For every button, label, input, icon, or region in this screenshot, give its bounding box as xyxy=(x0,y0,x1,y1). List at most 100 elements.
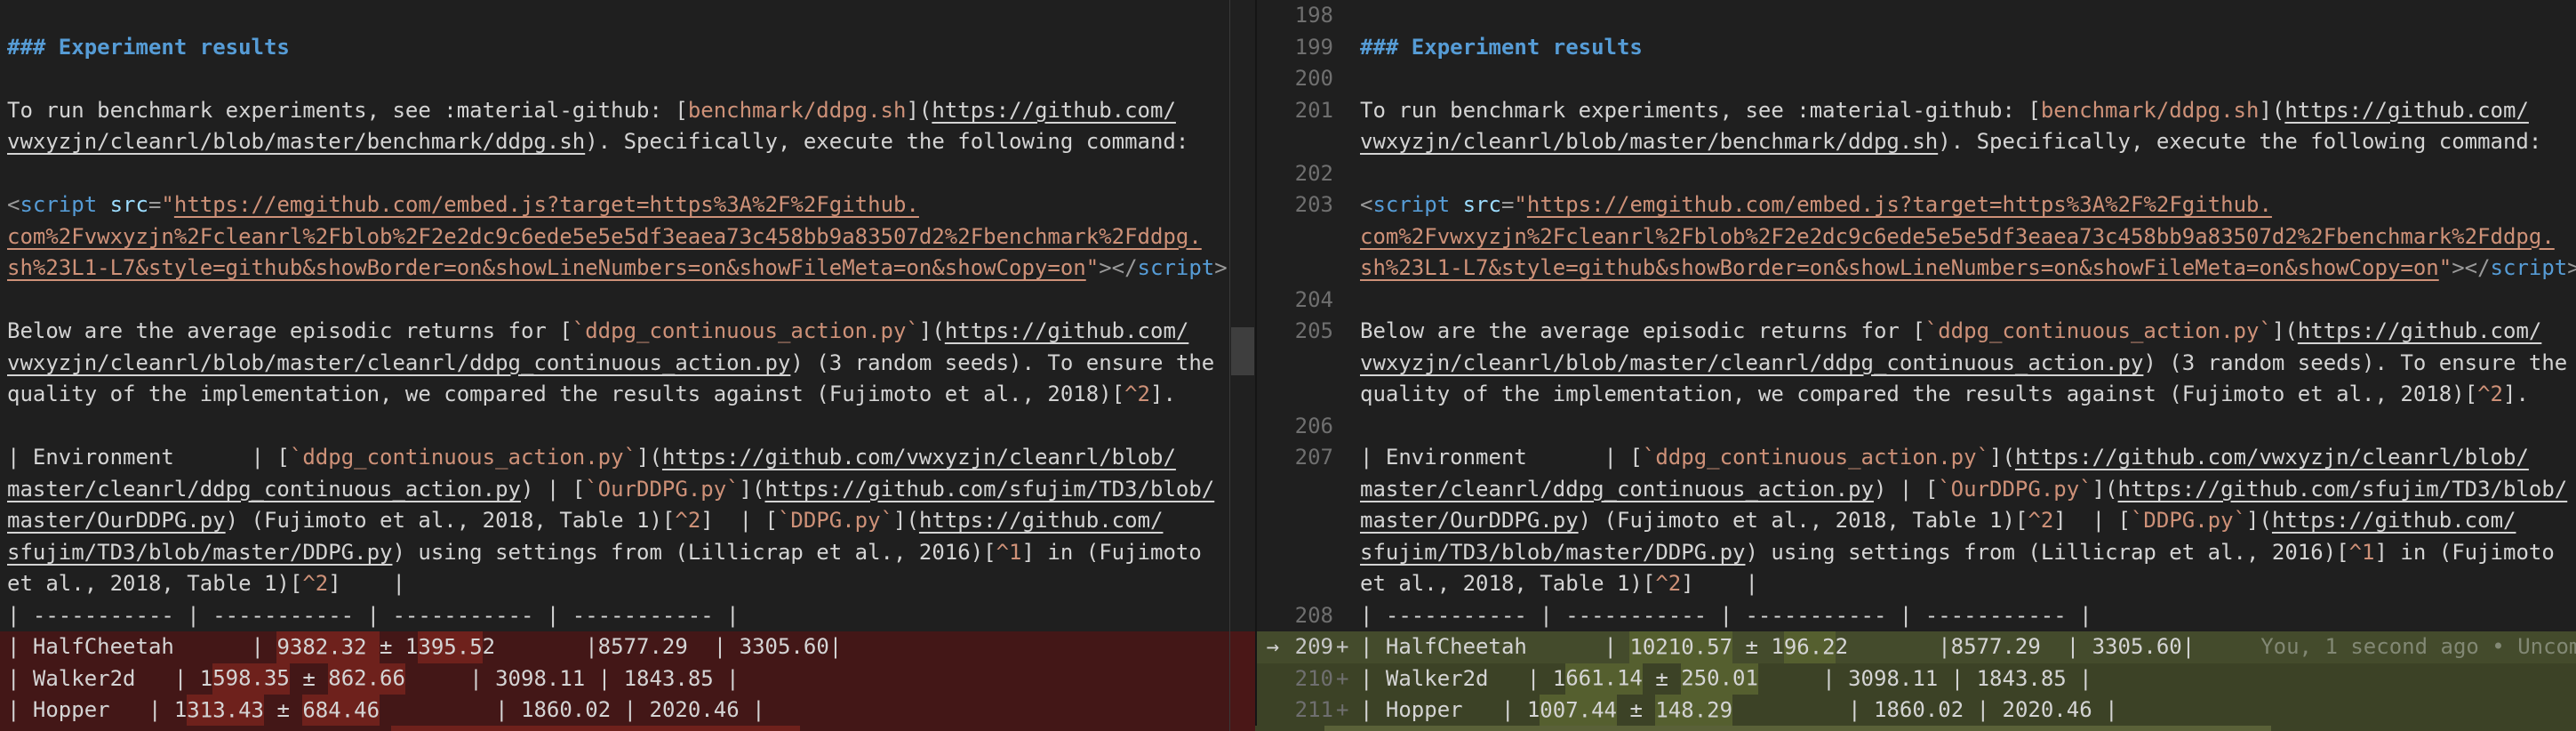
line-number[interactable]: 205 xyxy=(1289,316,1333,348)
code-line[interactable]: | ----------- | ----------- | ----------… xyxy=(0,600,1229,632)
code-token: quality of the implementation, we compar… xyxy=(7,382,1124,406)
code-line[interactable] xyxy=(0,63,1229,95)
code-line[interactable] xyxy=(0,411,1229,443)
line-number[interactable] xyxy=(1289,379,1333,411)
code-line-content: com%2Fvwxyzjn%2Fcleanrl%2Fblob%2F2e2dc9c… xyxy=(1360,221,2576,253)
code-line[interactable]: com%2Fvwxyzjn%2Fcleanrl%2Fblob%2F2e2dc9c… xyxy=(1257,221,2576,253)
code-token: ] | xyxy=(328,571,405,596)
code-line-content xyxy=(0,285,1229,317)
code-line[interactable]: et al., 2018, Table 1)[^2] | xyxy=(0,568,1229,600)
code-token: com%2Fvwxyzjn%2Fcleanrl%2Fblob%2F2e2dc9c… xyxy=(1360,224,2555,249)
code-token: > xyxy=(1214,255,1227,280)
line-number[interactable]: 202 xyxy=(1289,158,1333,190)
code-token xyxy=(97,192,109,217)
code-line[interactable]: master/OurDDPG.py) (Fujimoto et al., 201… xyxy=(0,505,1229,537)
line-number[interactable] xyxy=(1289,474,1333,506)
code-line[interactable]: sh%23L1-L7&style=github&showBorder=on&sh… xyxy=(0,253,1229,285)
line-number[interactable]: 203 xyxy=(1289,189,1333,221)
line-number[interactable] xyxy=(1289,126,1333,158)
line-number[interactable]: 199 xyxy=(1289,32,1333,64)
gutter-spacer xyxy=(1333,316,1360,348)
code-line[interactable]: →209+| HalfCheetah | 10210.57 ± 196.22 |… xyxy=(1257,631,2576,663)
code-line[interactable]: sfujim/TD3/blob/master/DDPG.py) using se… xyxy=(1257,537,2576,569)
code-line[interactable]: 200 xyxy=(1257,63,2576,95)
line-number[interactable]: 208 xyxy=(1289,600,1333,632)
code-line[interactable]: | HalfCheetah | 9382.32 ± 1395.52 |8577.… xyxy=(0,631,1229,663)
code-token: ) (3 random seeds). To ensure the xyxy=(790,350,1214,375)
code-line[interactable]: 204 xyxy=(1257,285,2576,317)
overview-ruler[interactable] xyxy=(1229,0,1255,731)
code-token: ] | [ xyxy=(2053,508,2131,533)
code-line[interactable] xyxy=(0,0,1229,32)
code-line[interactable]: quality of the implementation, we compar… xyxy=(1257,379,2576,411)
code-line[interactable]: | Walker2d | 1598.35 ± 862.66 | 3098.11 … xyxy=(0,663,1229,695)
code-line[interactable]: | Environment | [`ddpg_continuous_action… xyxy=(0,442,1229,474)
original-editor[interactable]: ### Experiment results To run benchmark e… xyxy=(0,0,1229,731)
line-number[interactable]: 201 xyxy=(1289,95,1333,127)
line-number[interactable] xyxy=(1289,348,1333,380)
line-number[interactable] xyxy=(1289,253,1333,285)
code-line[interactable]: vwxyzjn/cleanrl/blob/master/benchmark/dd… xyxy=(1257,126,2576,158)
code-line[interactable]: 206 xyxy=(1257,411,2576,443)
code-line[interactable]: vwxyzjn/cleanrl/blob/master/benchmark/dd… xyxy=(0,126,1229,158)
code-line[interactable]: To run benchmark experiments, see :mater… xyxy=(0,95,1229,127)
line-number[interactable] xyxy=(1289,505,1333,537)
code-token: = xyxy=(148,192,161,217)
code-token: ]( xyxy=(2259,98,2284,123)
code-line[interactable]: 201 To run benchmark experiments, see :ma… xyxy=(1257,95,2576,127)
gutter-spacer xyxy=(1333,158,1360,190)
code-line[interactable] xyxy=(0,158,1229,190)
line-number[interactable]: 210 xyxy=(1289,663,1333,695)
code-line[interactable]: 211+| Hopper | 1007.44 ± 148.29 | 1860.0… xyxy=(1257,695,2576,727)
line-number[interactable]: 207 xyxy=(1289,442,1333,474)
code-line[interactable]: 199### Experiment results xyxy=(1257,32,2576,64)
line-number[interactable]: 206 xyxy=(1289,411,1333,443)
scrollbar-thumb[interactable] xyxy=(1231,327,1254,375)
code-line[interactable]: 205Below are the average episodic return… xyxy=(1257,316,2576,348)
code-line[interactable]: master/cleanrl/ddpg_continuous_action.py… xyxy=(1257,474,2576,506)
code-line-content xyxy=(0,63,1229,95)
gutter-spacer xyxy=(1333,442,1360,474)
line-number[interactable] xyxy=(1289,221,1333,253)
code-line-content: vwxyzjn/cleanrl/blob/master/benchmark/dd… xyxy=(0,126,1229,158)
code-token: | ----------- | ----------- | ----------… xyxy=(1360,603,2092,628)
gutter-spacer xyxy=(1333,285,1360,317)
line-number[interactable] xyxy=(1289,568,1333,600)
code-line[interactable]: 208 | ----------- | ----------- | -------… xyxy=(1257,600,2576,632)
code-token: ] | xyxy=(1681,571,1758,596)
code-line[interactable]: vwxyzjn/cleanrl/blob/master/cleanrl/ddpg… xyxy=(1257,348,2576,380)
code-line[interactable]: 202 xyxy=(1257,158,2576,190)
code-line[interactable]: <script src="https://emgithub.com/embed.… xyxy=(0,189,1229,221)
code-line[interactable]: master/OurDDPG.py) (Fujimoto et al., 201… xyxy=(1257,505,2576,537)
code-token: ^2 xyxy=(2028,508,2053,533)
code-line[interactable]: 198 xyxy=(1257,0,2576,32)
gutter-spacer xyxy=(1333,568,1360,600)
code-line[interactable]: quality of the implementation, we compar… xyxy=(0,379,1229,411)
line-number[interactable]: 211 xyxy=(1289,695,1333,727)
code-line[interactable]: Below are the average episodic returns f… xyxy=(0,316,1229,348)
code-line[interactable]: vwxyzjn/cleanrl/blob/master/cleanrl/ddpg… xyxy=(0,348,1229,380)
code-line[interactable]: com%2Fvwxyzjn%2Fcleanrl%2Fblob%2F2e2dc9c… xyxy=(0,221,1229,253)
code-line-content: To run benchmark experiments, see :mater… xyxy=(1360,95,2576,127)
line-number[interactable] xyxy=(1289,537,1333,569)
code-line[interactable]: 207| Environment | [`ddpg_continuous_act… xyxy=(1257,442,2576,474)
modified-editor[interactable]: 198199### Experiment results200201 To run… xyxy=(1255,0,2576,731)
code-line[interactable]: master/cleanrl/ddpg_continuous_action.py… xyxy=(0,474,1229,506)
code-line[interactable]: | Hopper | 1313.43 ± 684.46 | 1860.02 | … xyxy=(0,695,1229,727)
code-line[interactable]: sh%23L1-L7&style=github&showBorder=on&sh… xyxy=(1257,253,2576,285)
diff-removed-overview-marker xyxy=(1230,631,1256,731)
code-line-content xyxy=(1360,158,2576,190)
code-line-content: vwxyzjn/cleanrl/blob/master/benchmark/dd… xyxy=(1360,126,2576,158)
code-line[interactable]: et al., 2018, Table 1)[^2] | xyxy=(1257,568,2576,600)
line-number[interactable]: 209 xyxy=(1289,631,1333,663)
code-line[interactable] xyxy=(0,285,1229,317)
line-number[interactable]: 200 xyxy=(1289,63,1333,95)
code-line[interactable]: 210+| Walker2d | 1661.14 ± 250.01 | 3098… xyxy=(1257,663,2576,695)
line-number[interactable]: 198 xyxy=(1289,0,1333,32)
code-token: sh%23L1-L7&style=github&showBorder=on&sh… xyxy=(1360,255,2439,280)
code-line[interactable]: ### Experiment results xyxy=(0,32,1229,64)
code-line[interactable]: 203<script src="https://emgithub.com/emb… xyxy=(1257,189,2576,221)
code-line[interactable]: sfujim/TD3/blob/master/DDPG.py) using se… xyxy=(0,537,1229,569)
line-number[interactable]: 204 xyxy=(1289,285,1333,317)
code-token: `ddpg_continuous_action.py` xyxy=(290,445,636,470)
